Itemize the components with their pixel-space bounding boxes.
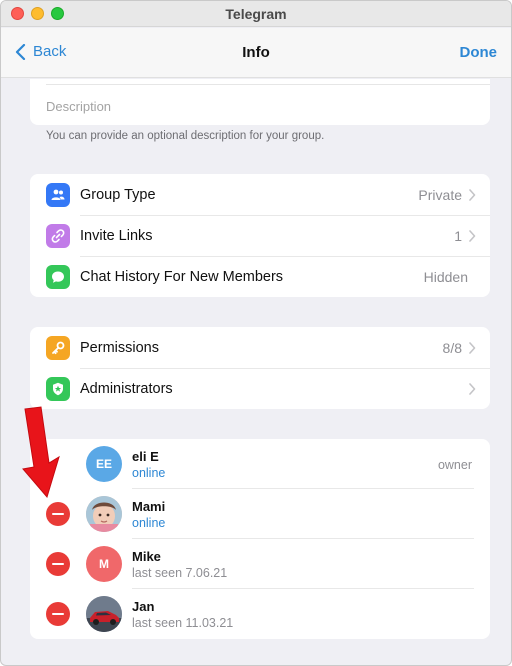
chat-bubble-icon bbox=[46, 264, 70, 289]
link-icon bbox=[46, 223, 70, 248]
invite-links-row[interactable]: Invite Links 1 bbox=[30, 215, 490, 256]
group-settings-card: Group Type Private Invite Links 1 Chat H… bbox=[30, 174, 490, 297]
member-row-mike[interactable]: M Mike last seen 7.06.21 bbox=[30, 539, 490, 589]
close-window-button[interactable] bbox=[11, 7, 24, 20]
telegram-window: Telegram Back Info Done Description You … bbox=[0, 0, 512, 666]
description-hint: You can provide an optional description … bbox=[46, 130, 325, 142]
member-name: Mami bbox=[132, 499, 166, 514]
group-type-value: Private bbox=[418, 186, 462, 203]
member-status: last seen 11.03.21 bbox=[132, 616, 234, 630]
invite-links-label: Invite Links bbox=[80, 227, 153, 244]
chevron-right-icon bbox=[469, 341, 476, 354]
remove-member-button[interactable] bbox=[46, 602, 70, 626]
avatar-initials: M bbox=[99, 557, 109, 571]
annotation-arrow-icon bbox=[22, 406, 60, 499]
window-controls bbox=[11, 7, 64, 20]
member-row-jan[interactable]: Jan last seen 11.03.21 bbox=[30, 589, 490, 639]
chat-history-value: Hidden bbox=[423, 268, 468, 285]
minimize-window-button[interactable] bbox=[31, 7, 44, 20]
remove-member-button[interactable] bbox=[46, 552, 70, 576]
member-row-eli-e[interactable]: EE eli E online owner bbox=[30, 439, 490, 489]
group-type-row[interactable]: Group Type Private bbox=[30, 174, 490, 215]
chat-history-row[interactable]: Chat History For New Members Hidden bbox=[30, 256, 490, 297]
group-type-label: Group Type bbox=[80, 186, 156, 203]
shield-icon bbox=[46, 376, 70, 401]
baby-photo-icon bbox=[86, 496, 122, 532]
description-card: Description bbox=[30, 79, 490, 125]
avatar: M bbox=[86, 546, 122, 582]
car-photo-icon bbox=[86, 596, 122, 632]
chevron-right-icon bbox=[469, 188, 476, 201]
administrators-label: Administrators bbox=[80, 380, 173, 397]
avatar bbox=[86, 496, 122, 532]
chat-history-label: Chat History For New Members bbox=[80, 268, 284, 285]
member-status: online bbox=[132, 516, 166, 530]
member-name: eli E bbox=[132, 449, 159, 464]
member-row-mami[interactable]: Mami online bbox=[30, 489, 490, 539]
member-status: last seen 7.06.21 bbox=[132, 566, 228, 580]
member-status: online bbox=[132, 466, 166, 480]
chevron-right-icon bbox=[469, 229, 476, 242]
people-icon bbox=[46, 182, 70, 207]
permissions-label: Permissions bbox=[80, 339, 159, 356]
members-card: EE eli E online owner Mami online M Mike… bbox=[30, 439, 490, 639]
window-title: Telegram bbox=[225, 5, 287, 22]
avatar bbox=[86, 596, 122, 632]
member-name: Jan bbox=[132, 599, 155, 614]
navigation-bar: Back Info Done bbox=[1, 28, 511, 78]
member-name: Mike bbox=[132, 549, 161, 564]
remove-member-button[interactable] bbox=[46, 502, 70, 526]
key-icon bbox=[46, 335, 70, 360]
page-title: Info bbox=[242, 44, 270, 61]
admin-settings-card: Permissions 8/8 Administrators bbox=[30, 327, 490, 409]
zoom-window-button[interactable] bbox=[51, 7, 64, 20]
avatar-initials: EE bbox=[95, 457, 112, 471]
description-input[interactable]: Description bbox=[46, 99, 111, 114]
permissions-value: 8/8 bbox=[442, 339, 462, 356]
member-role: owner bbox=[437, 458, 472, 472]
avatar: EE bbox=[86, 446, 122, 482]
divider bbox=[46, 84, 490, 85]
chevron-right-icon bbox=[469, 382, 476, 395]
invite-links-count: 1 bbox=[454, 227, 462, 244]
done-button[interactable]: Done bbox=[460, 44, 498, 61]
administrators-row[interactable]: Administrators bbox=[30, 368, 490, 409]
permissions-row[interactable]: Permissions 8/8 bbox=[30, 327, 490, 368]
title-bar: Telegram bbox=[1, 1, 511, 27]
